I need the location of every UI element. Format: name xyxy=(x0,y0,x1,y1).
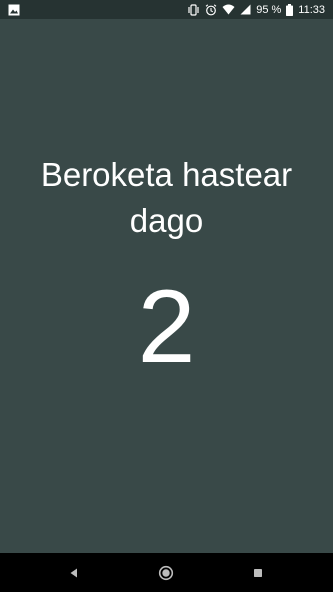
main-screen: Beroketa hastear dago 2 xyxy=(0,19,333,553)
battery-icon xyxy=(286,3,294,16)
status-bar: 95 % 11:33 xyxy=(0,0,333,19)
clock-time: 11:33 xyxy=(298,3,325,16)
heating-status-heading: Beroketa hastear dago xyxy=(40,156,293,239)
back-icon[interactable] xyxy=(66,565,82,581)
battery-percent: 95 % xyxy=(256,3,282,16)
vibrate-icon xyxy=(187,3,200,16)
wifi-icon xyxy=(222,4,235,15)
countdown-number: 2 xyxy=(137,269,196,385)
alarm-icon xyxy=(205,3,217,16)
navigation-bar xyxy=(0,553,333,592)
home-icon[interactable] xyxy=(158,565,174,581)
recents-icon[interactable] xyxy=(250,565,266,581)
signal-icon xyxy=(240,4,251,15)
